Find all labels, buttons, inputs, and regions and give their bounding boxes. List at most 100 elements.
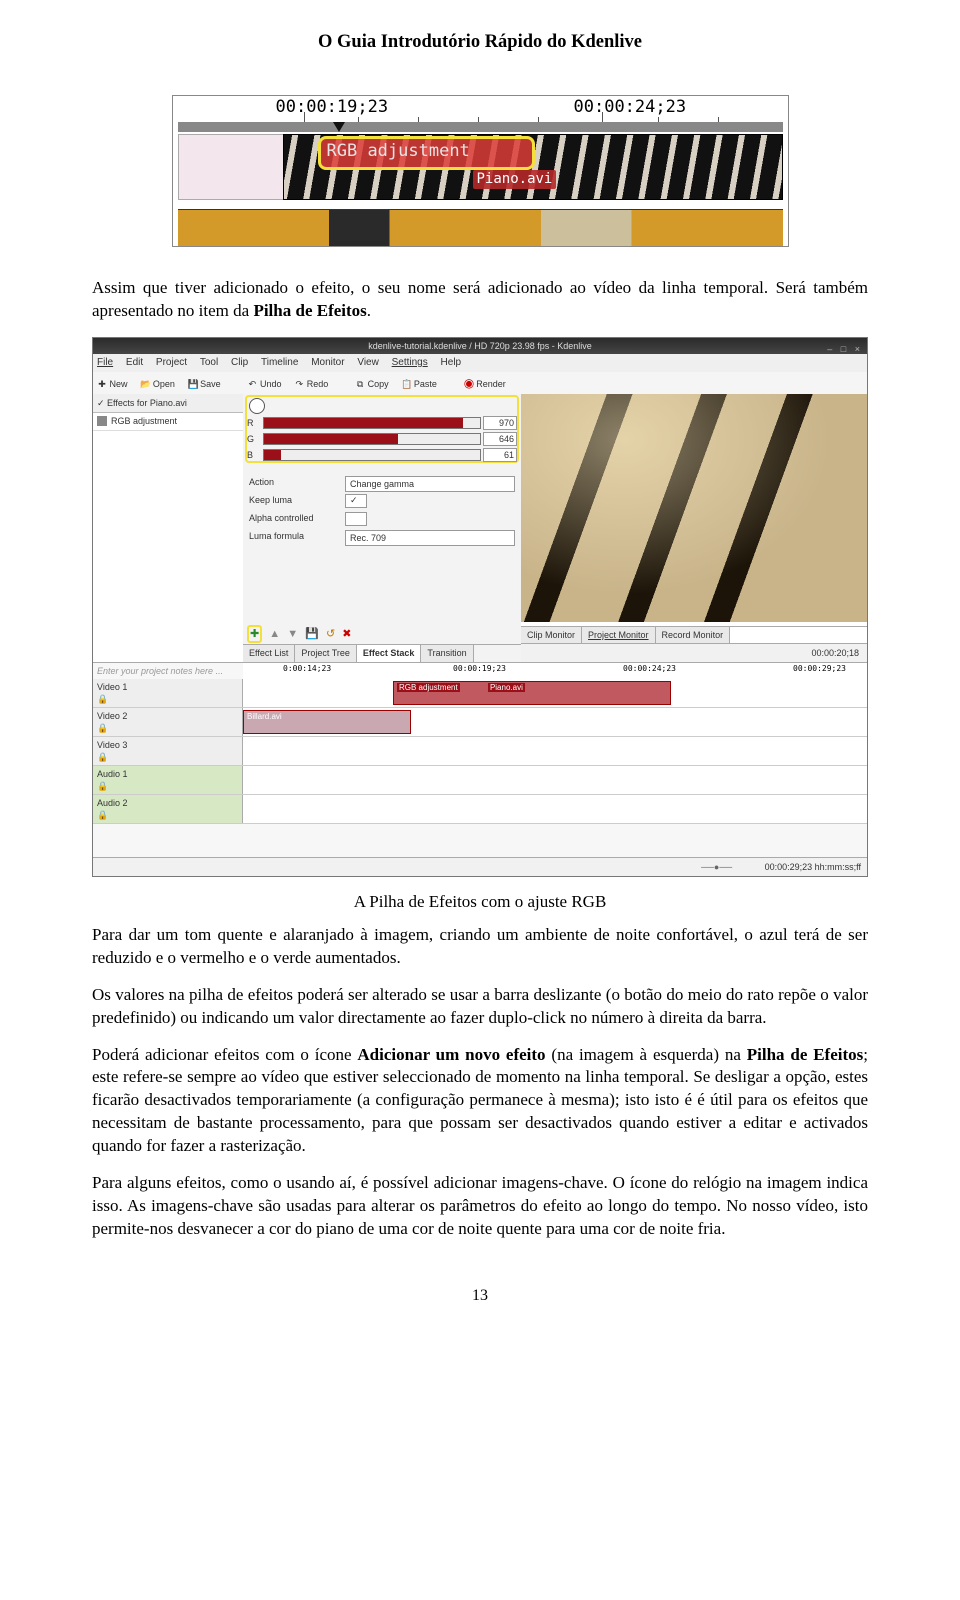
menu-help[interactable]: Help bbox=[441, 354, 462, 372]
prop-keepluma-checkbox[interactable] bbox=[345, 494, 367, 508]
prop-alpha-label: Alpha controlled bbox=[249, 512, 345, 526]
paragraph-2: Para dar um tom quente e alaranjado à im… bbox=[92, 924, 868, 970]
tab-effect-list[interactable]: Effect List bbox=[243, 645, 295, 662]
tab-project-monitor[interactable]: Project Monitor bbox=[582, 627, 656, 644]
slider-b-value[interactable]: 61 bbox=[483, 448, 517, 462]
track-head-v3[interactable]: Video 3 🔒 bbox=[93, 737, 243, 765]
keyframe-clock-icon[interactable] bbox=[249, 398, 265, 414]
adjacent-clip bbox=[178, 134, 285, 200]
monitor-tabs[interactable]: Clip Monitor Project Monitor Record Moni… bbox=[521, 626, 867, 644]
track-audio-2[interactable]: Audio 2 🔒 bbox=[93, 795, 867, 824]
slider-g-value[interactable]: 646 bbox=[483, 432, 517, 446]
copy-icon: ⧉ bbox=[355, 373, 365, 395]
page-number: 13 bbox=[92, 1285, 868, 1307]
menu-tool[interactable]: Tool bbox=[200, 354, 218, 372]
p4-bold1: Adicionar um novo efeito bbox=[357, 1045, 545, 1064]
prop-lumaformula-value[interactable]: Rec. 709 bbox=[345, 530, 515, 546]
slider-g[interactable] bbox=[263, 433, 481, 445]
delete-effect-icon[interactable]: ✖ bbox=[342, 628, 351, 640]
timeline-pane: Enter your project notes here ... 0:00:1… bbox=[93, 662, 867, 858]
lock-icon[interactable]: 🔒 bbox=[97, 752, 108, 762]
track-video-2[interactable]: Video 2 🔒 Billard.avi bbox=[93, 708, 867, 737]
mid-tabs[interactable]: Effect List Project Tree Effect Stack Tr… bbox=[243, 644, 521, 662]
prop-action-value[interactable]: Change gamma bbox=[345, 476, 515, 492]
reset-effect-icon[interactable]: ↺ bbox=[326, 628, 335, 640]
statusbar: ──●── 00:00:29;23 hh:mm:ss;ff bbox=[93, 857, 867, 876]
lock-icon[interactable]: 🔒 bbox=[97, 781, 108, 791]
project-notes-placeholder[interactable]: Enter your project notes here ... bbox=[97, 665, 242, 677]
clip-piano[interactable]: RGB adjustment Piano.avi bbox=[393, 681, 671, 705]
prop-lumaformula-label: Luma formula bbox=[249, 530, 345, 546]
figure-caption: A Pilha de Efeitos com o ajuste RGB bbox=[92, 891, 868, 914]
track-head-a2[interactable]: Audio 2 🔒 bbox=[93, 795, 243, 823]
ruler-timecode-2: 00:00:24;23 bbox=[574, 96, 687, 119]
figure-timeline-closeup: 00:00:19;23 00:00:24;23 RGB adjustment P… bbox=[172, 95, 789, 247]
effect-up-icon[interactable]: ▲ bbox=[269, 628, 280, 640]
effect-enabled-checkbox[interactable] bbox=[97, 416, 107, 426]
track-audio-1[interactable]: Audio 1 🔒 bbox=[93, 766, 867, 795]
undo-button[interactable]: ↶ Undo bbox=[247, 373, 281, 395]
track-video-1[interactable]: Video 1 🔒 RGB adjustment Piano.avi bbox=[93, 679, 867, 708]
slider-b[interactable] bbox=[263, 449, 481, 461]
tab-project-tree[interactable]: Project Tree bbox=[295, 645, 357, 662]
new-button[interactable]: ✚ New bbox=[97, 373, 128, 395]
copy-button[interactable]: ⧉ Copy bbox=[355, 373, 389, 395]
menu-monitor[interactable]: Monitor bbox=[311, 354, 344, 372]
monitor-timecode: 00:00:20;18 bbox=[521, 643, 867, 662]
clip-billard[interactable]: Billard.avi bbox=[243, 710, 411, 734]
slider-r-value[interactable]: 970 bbox=[483, 416, 517, 430]
tl-tc-2: 00:00:19;23 bbox=[453, 664, 506, 675]
menu-clip[interactable]: Clip bbox=[231, 354, 248, 372]
lock-icon[interactable]: 🔒 bbox=[97, 723, 108, 733]
tab-clip-monitor[interactable]: Clip Monitor bbox=[521, 627, 582, 644]
track-video-3[interactable]: Video 3 🔒 bbox=[93, 737, 867, 766]
tab-effect-stack[interactable]: Effect Stack bbox=[357, 645, 422, 662]
effect-down-icon[interactable]: ▼ bbox=[287, 628, 298, 640]
p4-bold2: Pilha de Efeitos bbox=[747, 1045, 864, 1064]
window-title: kdenlive-tutorial.kdenlive / HD 720p 23.… bbox=[368, 341, 592, 351]
effect-stack-pane: R 970 G 646 B 61 Action Change gamma Kee… bbox=[243, 394, 522, 662]
paragraph-1-bold: Pilha de Efeitos bbox=[253, 301, 366, 320]
menu-timeline[interactable]: Timeline bbox=[261, 354, 298, 372]
effect-item-rgb[interactable]: RGB adjustment bbox=[93, 413, 243, 431]
ruler-timecode-1: 00:00:19;23 bbox=[276, 96, 389, 119]
zoom-slider-icon[interactable]: ──●── bbox=[701, 862, 732, 872]
effects-pane-title: ✓ Effects for Piano.avi bbox=[93, 394, 243, 413]
timeline-ruler[interactable]: 0:00:14;23 00:00:19;23 00:00:24;23 00:00… bbox=[243, 663, 867, 680]
menu-view[interactable]: View bbox=[357, 354, 379, 372]
menu-settings[interactable]: Settings bbox=[392, 354, 428, 372]
menu-edit[interactable]: Edit bbox=[126, 354, 143, 372]
track-head-v2[interactable]: Video 2 🔒 bbox=[93, 708, 243, 736]
track-head-a1[interactable]: Audio 1 🔒 bbox=[93, 766, 243, 794]
tl-tc-4: 00:00:29;23 bbox=[793, 664, 846, 675]
save-button[interactable]: 💾 Save bbox=[188, 373, 221, 395]
tl-tc-3: 00:00:24;23 bbox=[623, 664, 676, 675]
open-button[interactable]: 📂 Open bbox=[140, 373, 175, 395]
paste-button[interactable]: 📋 Paste bbox=[401, 373, 437, 395]
slider-g-label: G bbox=[247, 433, 261, 445]
lock-icon[interactable]: 🔒 bbox=[97, 694, 108, 704]
menu-file[interactable]: File bbox=[97, 354, 113, 372]
toolbar[interactable]: ✚ New 📂 Open 💾 Save ↶ Undo ↷ Redo ⧉ Copy… bbox=[93, 372, 867, 395]
redo-icon: ↷ bbox=[294, 373, 304, 395]
tab-transition[interactable]: Transition bbox=[421, 645, 473, 662]
open-icon: 📂 bbox=[140, 373, 150, 395]
save-effect-icon[interactable]: 💾 bbox=[305, 628, 319, 640]
menu-project[interactable]: Project bbox=[156, 354, 187, 372]
menubar[interactable]: File Edit Project Tool Clip Timeline Mon… bbox=[93, 354, 867, 373]
undo-icon: ↶ bbox=[247, 373, 257, 395]
render-icon: ◉ bbox=[464, 372, 474, 394]
paragraph-4: Poderá adicionar efeitos com o ícone Adi… bbox=[92, 1044, 868, 1159]
redo-button[interactable]: ↷ Redo bbox=[294, 373, 328, 395]
add-effect-icon[interactable]: ✚ bbox=[247, 625, 262, 643]
slider-r[interactable] bbox=[263, 417, 481, 429]
track-head-v1[interactable]: Video 1 🔒 bbox=[93, 679, 243, 707]
paragraph-1-text-b: . bbox=[367, 301, 371, 320]
paste-icon: 📋 bbox=[401, 373, 411, 395]
lock-icon[interactable]: 🔒 bbox=[97, 810, 108, 820]
paragraph-5: Para alguns efeitos, como o usando aí, é… bbox=[92, 1172, 868, 1241]
prop-alpha-checkbox[interactable] bbox=[345, 512, 367, 526]
render-button[interactable]: ◉ Render bbox=[464, 372, 506, 395]
clip-piano-name: Piano.avi bbox=[488, 683, 525, 692]
tab-record-monitor[interactable]: Record Monitor bbox=[656, 627, 731, 644]
